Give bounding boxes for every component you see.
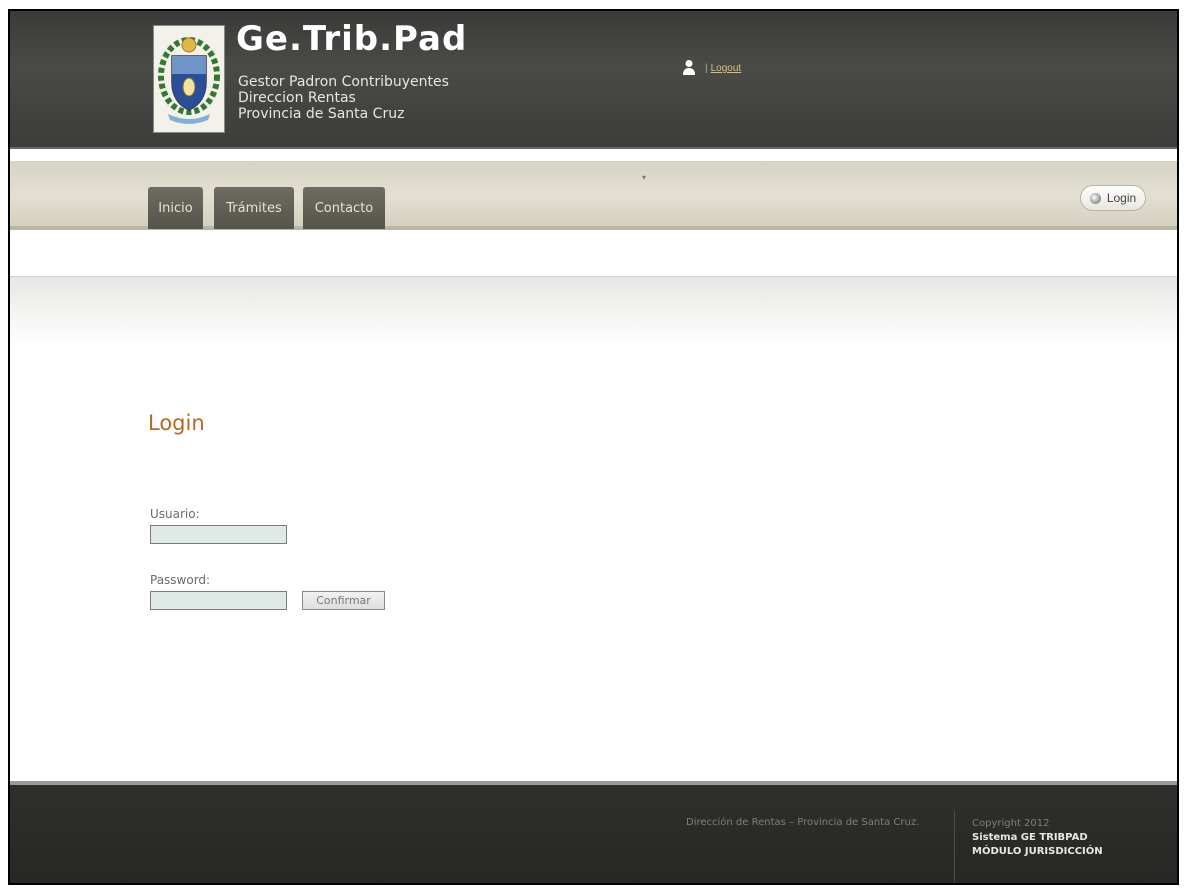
copyright-text: Copyright 2012 — [972, 818, 1050, 829]
browser-viewport: Ge.Trib.Pad Gestor Padron Contribuyentes… — [8, 9, 1179, 885]
usuario-input[interactable] — [150, 525, 287, 544]
separator: | — [705, 63, 708, 74]
password-input[interactable] — [150, 591, 287, 610]
user-area: | Logout — [683, 59, 741, 78]
brand-title: Ge.Trib.Pad — [236, 19, 468, 59]
module-name: MÓDULO JURISDICCIÓN — [972, 846, 1103, 857]
tab-contacto[interactable]: Contacto — [303, 187, 385, 229]
page-title: Login — [148, 411, 205, 435]
power-icon — [1089, 192, 1101, 204]
logout-link[interactable]: Logout — [711, 63, 742, 74]
site-header: Ge.Trib.Pad Gestor Padron Contribuyentes… — [10, 11, 1177, 149]
tab-label: Trámites — [226, 200, 282, 216]
brand-subtitle-line-3: Provincia de Santa Cruz — [238, 106, 405, 122]
user-icon — [683, 59, 695, 78]
usuario-label: Usuario: — [150, 507, 200, 521]
system-name: Sistema GE TRIBPAD — [972, 832, 1088, 843]
brand-subtitle-line-2: Direccion Rentas — [238, 90, 356, 106]
login-button[interactable]: Login — [1080, 185, 1146, 211]
footer-organization-text: Dirección de Rentas – Provincia de Santa… — [686, 817, 920, 828]
sub-header-band — [10, 277, 1177, 347]
brand-subtitle-line-1: Gestor Padron Contribuyentes — [238, 74, 449, 90]
tab-inicio[interactable]: Inicio — [148, 187, 203, 229]
chevron-down-icon: ▾ — [642, 173, 647, 182]
login-button-label: Login — [1106, 191, 1137, 205]
password-label: Password: — [150, 573, 211, 587]
tab-label: Inicio — [158, 200, 193, 216]
footer-divider — [954, 811, 955, 883]
footer-credits: Copyright 2012 Sistema GE TRIBPAD MÓDULO… — [972, 817, 1103, 859]
province-coat-of-arms-logo — [153, 25, 225, 133]
confirm-button[interactable]: Confirmar — [302, 591, 385, 610]
tab-tramites[interactable]: Trámites — [214, 187, 294, 229]
tab-label: Contacto — [314, 200, 374, 216]
